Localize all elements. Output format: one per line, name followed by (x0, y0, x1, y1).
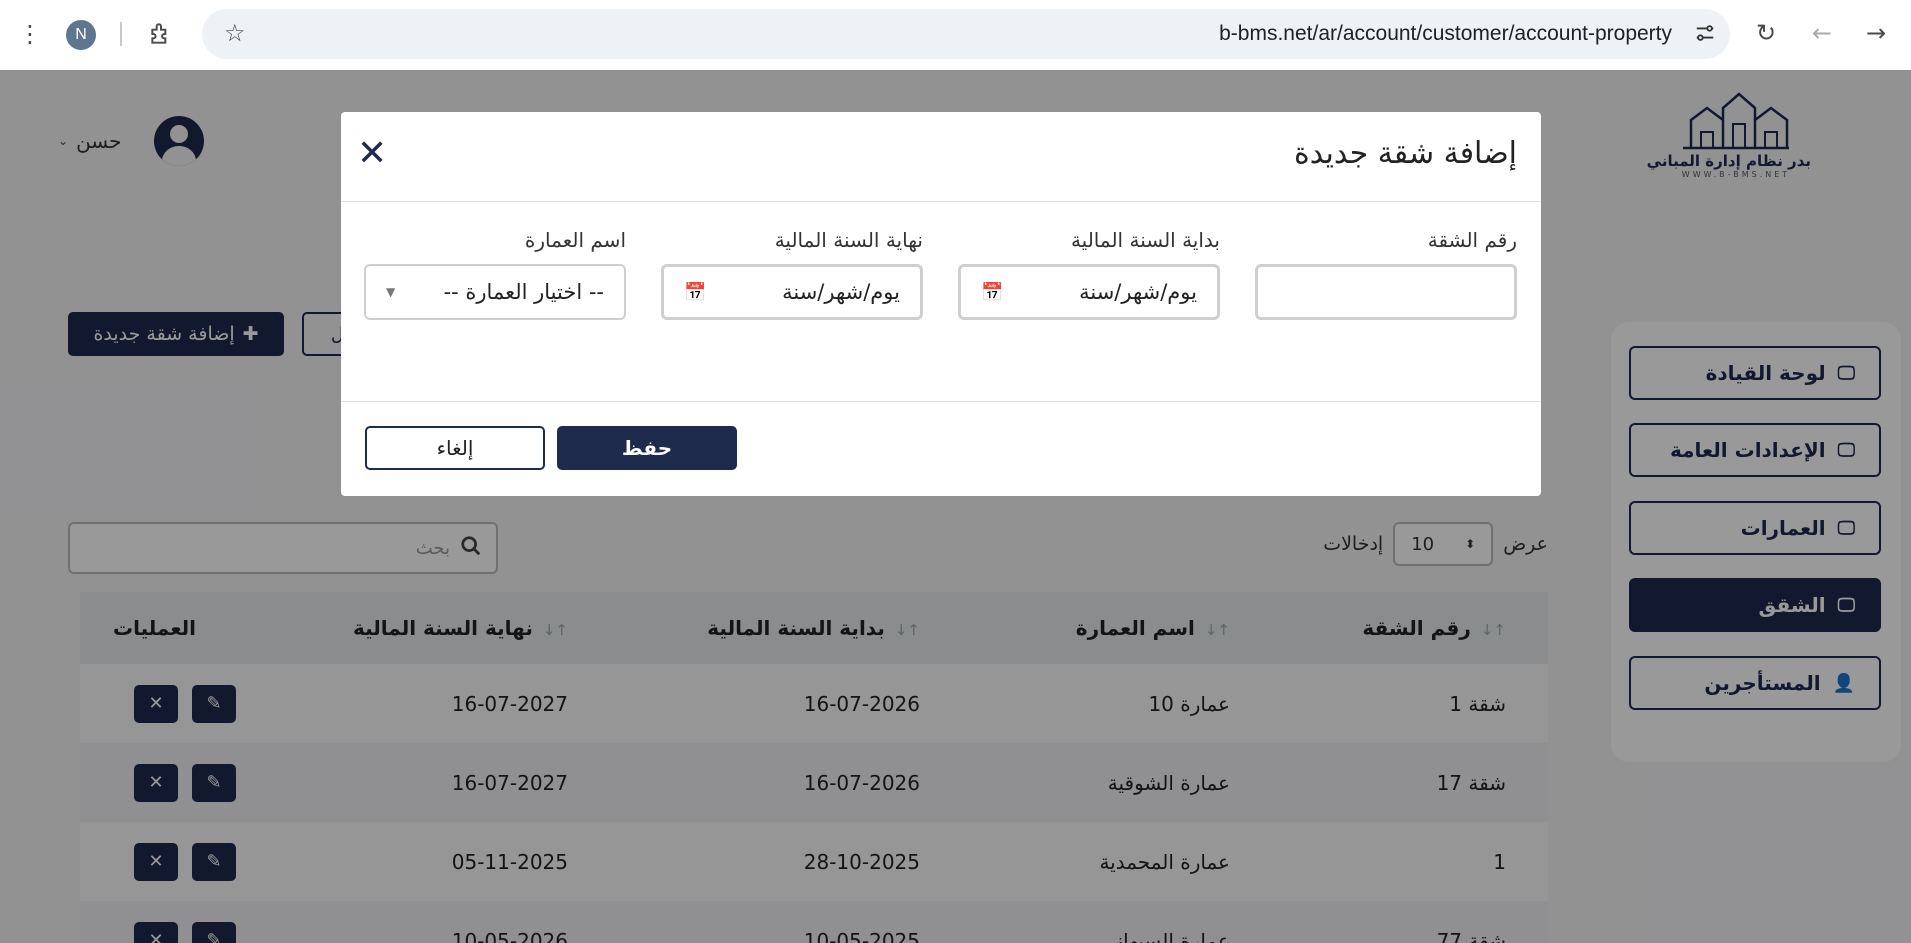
profile-avatar[interactable]: N (66, 20, 96, 50)
url-text[interactable]: b-bms.net/ar/account/customer/account-pr… (1219, 22, 1672, 46)
modal-body: رقم الشقة بداية السنة المالية يوم/شهر/سن… (341, 202, 1541, 402)
forward-icon[interactable]: → (1866, 21, 1886, 45)
modal-header: إضافة شقة جديدة ✕ (341, 112, 1541, 202)
save-button[interactable]: حفظ (557, 426, 737, 470)
building-label: اسم العمارة (524, 228, 626, 252)
apartment-number-label: رقم الشقة (1427, 228, 1517, 252)
browser-toolbar: ⋮ N ☆ b-bms.net/ar/account/customer/acco… (0, 0, 1911, 70)
building-select[interactable]: -- اختيار العمارة -- ▼ (364, 264, 626, 320)
building-group: اسم العمارة -- اختيار العمارة -- ▼ (364, 228, 626, 320)
calendar-icon[interactable]: 📅 (981, 282, 1003, 303)
apartment-number-input[interactable] (1255, 264, 1517, 320)
site-settings-icon[interactable] (1694, 22, 1716, 48)
bookmark-star-icon[interactable]: ☆ (224, 21, 246, 45)
modal-title: إضافة شقة جديدة (1294, 136, 1517, 171)
fy-start-label: بداية السنة المالية (1070, 228, 1220, 252)
fy-end-date-input[interactable]: يوم/شهر/سنة 📅 (661, 264, 923, 320)
chevron-down-icon: ▼ (386, 285, 396, 299)
extensions-icon[interactable] (148, 21, 174, 51)
more-menu-icon[interactable]: ⋮ (18, 22, 42, 46)
modal-footer: حفظ إلغاء (341, 402, 1541, 496)
apartment-number-group: رقم الشقة (1255, 228, 1517, 320)
reload-icon[interactable]: ↻ (1756, 21, 1776, 45)
toolbar-divider (120, 22, 122, 46)
address-bar[interactable]: ☆ b-bms.net/ar/account/customer/account-… (202, 9, 1730, 59)
calendar-icon[interactable]: 📅 (684, 282, 706, 303)
fy-end-label: نهاية السنة المالية (774, 228, 923, 252)
fy-end-group: نهاية السنة المالية يوم/شهر/سنة 📅 (661, 228, 923, 320)
cancel-button[interactable]: إلغاء (365, 426, 545, 470)
add-apartment-modal: إضافة شقة جديدة ✕ رقم الشقة بداية السنة … (341, 112, 1541, 496)
fy-start-group: بداية السنة المالية يوم/شهر/سنة 📅 (958, 228, 1220, 320)
fy-start-date-input[interactable]: يوم/شهر/سنة 📅 (958, 264, 1220, 320)
back-icon[interactable]: ← (1812, 21, 1832, 45)
close-icon[interactable]: ✕ (357, 134, 387, 174)
